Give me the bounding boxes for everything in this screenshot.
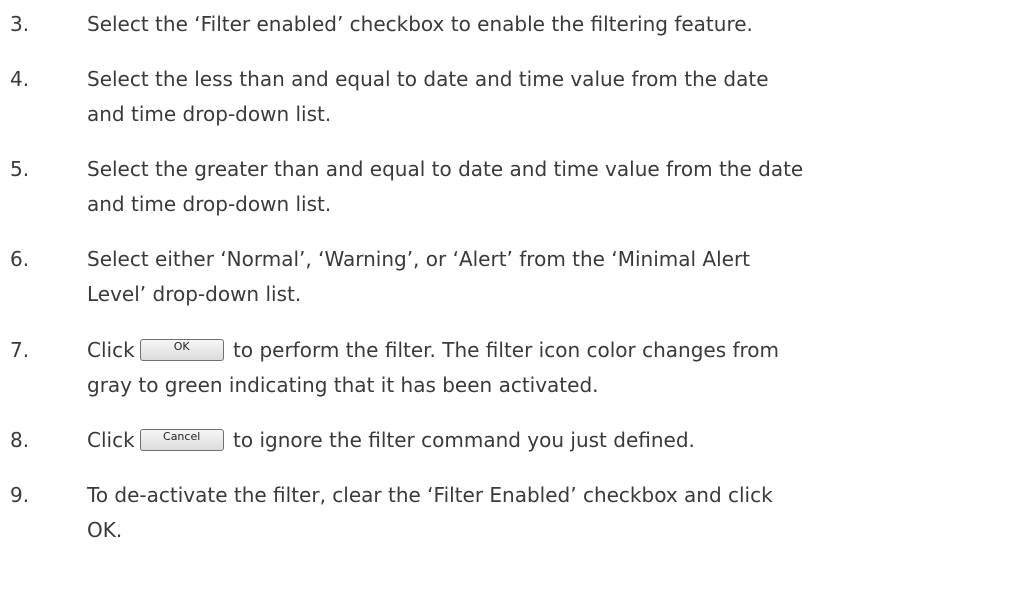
- step-text-line: gray to green indicating that it has bee…: [87, 373, 599, 397]
- step-prefix: Click: [87, 428, 135, 452]
- step-text-line: OK.: [87, 518, 123, 542]
- step-text-line: and time drop-down list.: [87, 102, 332, 126]
- step-text-line: Select either ‘Normal’, ‘Warning’, or ‘A…: [87, 247, 751, 271]
- step-number: 8.: [10, 428, 30, 452]
- step-prefix: Click: [87, 338, 135, 362]
- cancel-button-label: Cancel: [163, 429, 201, 443]
- cancel-button[interactable]: Cancel: [139, 428, 224, 451]
- step-text-line: Select the ‘Filter enabled’ checkbox to …: [87, 12, 753, 36]
- step-text-line: Level’ drop-down list.: [87, 282, 302, 306]
- step-suffix: to ignore the filter command you just de…: [226, 428, 695, 452]
- step-text: Select the less than and equal to date a…: [87, 62, 1022, 132]
- step-text-line: Select the greater than and equal to dat…: [87, 157, 804, 181]
- step-text: To de-activate the filter, clear the ‘Fi…: [87, 478, 1022, 548]
- step-text-line: Select the less than and equal to date a…: [87, 67, 769, 91]
- step-number: 6.: [10, 247, 30, 271]
- step-text: Select the ‘Filter enabled’ checkbox to …: [87, 7, 1022, 42]
- step-number: 5.: [10, 157, 30, 181]
- step-text: Select either ‘Normal’, ‘Warning’, or ‘A…: [87, 242, 1022, 312]
- step-number: 9.: [10, 483, 30, 507]
- step-text: Click OK to perform the filter. The filte…: [87, 333, 1022, 403]
- step-text-line: Click OK to perform the filter. The filte…: [87, 333, 1022, 368]
- step-number: 4.: [10, 67, 30, 91]
- step-text: Select the greater than and equal to dat…: [87, 152, 1022, 222]
- step-number: 3.: [10, 12, 30, 36]
- step-suffix: to perform the filter. The filter icon c…: [226, 338, 780, 362]
- step-text-line: Click Cancel to ignore the filter command…: [87, 423, 1022, 458]
- step-text-line: To de-activate the filter, clear the ‘Fi…: [87, 483, 773, 507]
- step-number: 7.: [10, 338, 30, 362]
- step-text: Click Cancel to ignore the filter command…: [87, 423, 1022, 458]
- ok-button-label: OK: [173, 339, 190, 353]
- step-text-line: and time drop-down list.: [87, 192, 332, 216]
- ok-button[interactable]: OK: [139, 338, 224, 361]
